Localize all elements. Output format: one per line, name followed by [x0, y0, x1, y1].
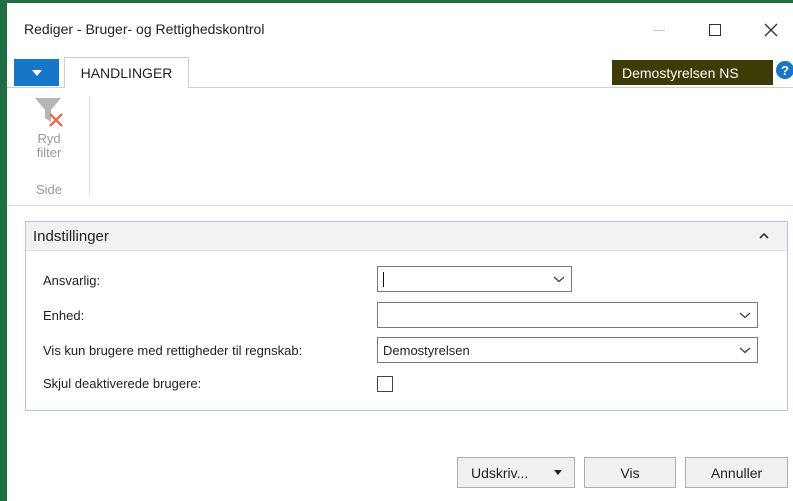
close-button[interactable]: [751, 15, 791, 45]
ansvarlig-field[interactable]: [377, 266, 572, 292]
settings-panel: Indstillinger Ansvarlig: Enhed: Vis kun …: [25, 221, 788, 411]
text-caret: [383, 271, 384, 287]
maximize-button[interactable]: [695, 15, 735, 45]
close-icon: [764, 23, 778, 37]
chevron-up-icon[interactable]: [758, 230, 770, 242]
chevron-down-icon[interactable]: [553, 275, 565, 283]
enhed-label: Enhed:: [43, 308, 85, 323]
regnskab-value: Demostyrelsen: [383, 342, 470, 358]
cancel-button[interactable]: Annuller: [685, 457, 788, 488]
settings-panel-header[interactable]: Indstillinger: [26, 222, 787, 251]
minimize-button[interactable]: [639, 15, 679, 45]
company-badge[interactable]: Demostyrelsen NS: [612, 60, 773, 85]
show-button[interactable]: Vis: [584, 457, 676, 488]
skjul-label: Skjul deaktiverede brugere:: [43, 376, 202, 391]
chevron-down-icon: [31, 69, 42, 76]
ansvarlig-label: Ansvarlig:: [43, 273, 101, 288]
print-button[interactable]: Udskriv...: [457, 457, 575, 488]
ribbon-separator: [89, 96, 90, 196]
chevron-down-icon[interactable]: [554, 470, 562, 475]
minimize-icon: [653, 29, 665, 31]
enhed-field[interactable]: [377, 302, 758, 328]
title-bar: Rediger - Bruger- og Rettighedskontrol: [7, 3, 793, 55]
maximize-icon: [709, 24, 721, 36]
clear-filter-icon: [35, 98, 63, 127]
window-border-left: [0, 0, 7, 501]
tab-handlinger[interactable]: HANDLINGER: [64, 57, 189, 89]
skjul-deaktiverede-checkbox[interactable]: [377, 376, 393, 392]
ribbon-tab-bar: HANDLINGER Demostyrelsen NS ?: [7, 57, 793, 89]
chevron-down-icon[interactable]: [739, 346, 751, 354]
print-button-label: Udskriv...: [471, 465, 529, 481]
ribbon-group-label: Side: [35, 182, 63, 197]
clear-filter-label-line1: Ryd: [37, 131, 61, 146]
chevron-down-icon[interactable]: [739, 311, 751, 319]
settings-panel-title: Indstillinger: [33, 228, 109, 245]
clear-filter-button[interactable]: Ryd filter: [21, 94, 77, 174]
window-title: Rediger - Bruger- og Rettighedskontrol: [24, 21, 265, 37]
clear-filter-label-line2: filter: [36, 145, 62, 160]
regnskab-field[interactable]: Demostyrelsen: [377, 337, 758, 363]
regnskab-label: Vis kun brugere med rettigheder til regn…: [43, 343, 303, 358]
ribbon-body: Ryd filter Side: [7, 88, 793, 206]
app-menu-button[interactable]: [14, 59, 59, 86]
help-icon[interactable]: ?: [776, 61, 793, 79]
